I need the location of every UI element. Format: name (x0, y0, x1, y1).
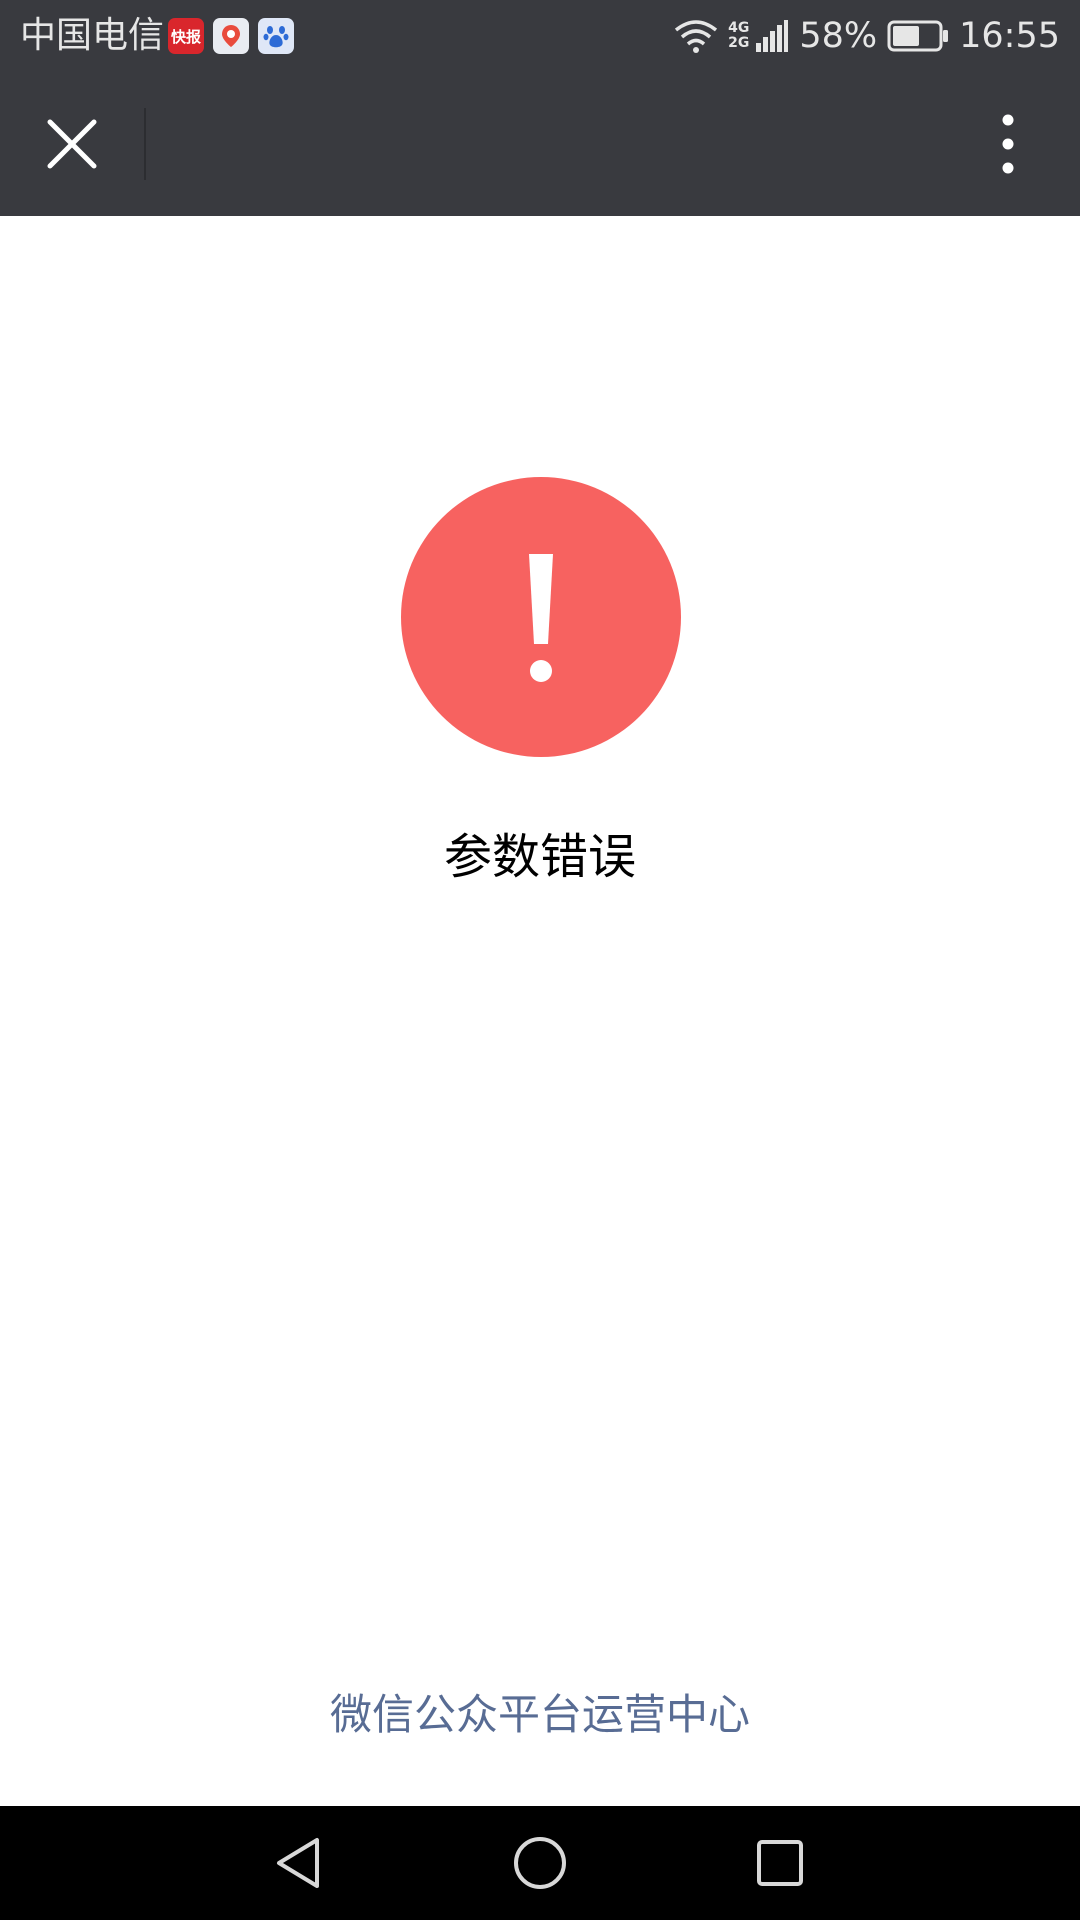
home-icon (514, 1837, 566, 1889)
more-vertical-icon (1002, 114, 1014, 174)
back-icon (277, 1838, 319, 1888)
paw-icon (263, 26, 289, 48)
status-right: 4G 2G 58% 16:55 (674, 12, 1060, 60)
network-2g-label: 2G (728, 35, 750, 51)
close-button[interactable] (32, 104, 112, 184)
network-type: 4G 2G (728, 21, 749, 51)
back-button[interactable] (259, 1823, 339, 1903)
battery-fill (893, 26, 920, 46)
wifi-icon (675, 20, 718, 53)
recents-button[interactable] (740, 1823, 820, 1903)
battery-icon (887, 20, 949, 52)
operation-center-link[interactable]: 微信公众平台运营中心 (0, 1680, 1080, 1750)
status-bar: 中国电信 快报 4G 2G 58% 16:55 (0, 0, 1080, 72)
close-icon (47, 119, 97, 169)
clock: 16:55 (959, 16, 1060, 56)
system-nav-bar (0, 1806, 1080, 1920)
top-nav-bar (0, 72, 1080, 216)
notification-icons: 快报 (168, 18, 294, 54)
network-4g-label: 4G (728, 20, 750, 36)
warning-icon (401, 477, 681, 757)
exclamation-mark (529, 554, 553, 682)
home-button[interactable] (500, 1823, 580, 1903)
baidu-app-icon (258, 18, 294, 54)
error-message: 参数错误 (443, 829, 636, 885)
screen: 中国电信 快报 4G 2G 58% 16:55 参数错误 微信公众平台运营中心 (0, 0, 1080, 1920)
carrier-label: 中国电信 (20, 15, 165, 56)
map-pin-icon (222, 25, 240, 47)
signal-icon (756, 20, 789, 52)
news-app-text: 快报 (170, 27, 201, 46)
battery-percent: 58% (799, 16, 878, 56)
recents-icon (757, 1840, 803, 1886)
news-app-icon: 快报 (168, 18, 204, 54)
map-app-icon (213, 18, 249, 54)
nav-divider (144, 108, 146, 180)
more-button[interactable] (968, 104, 1048, 184)
